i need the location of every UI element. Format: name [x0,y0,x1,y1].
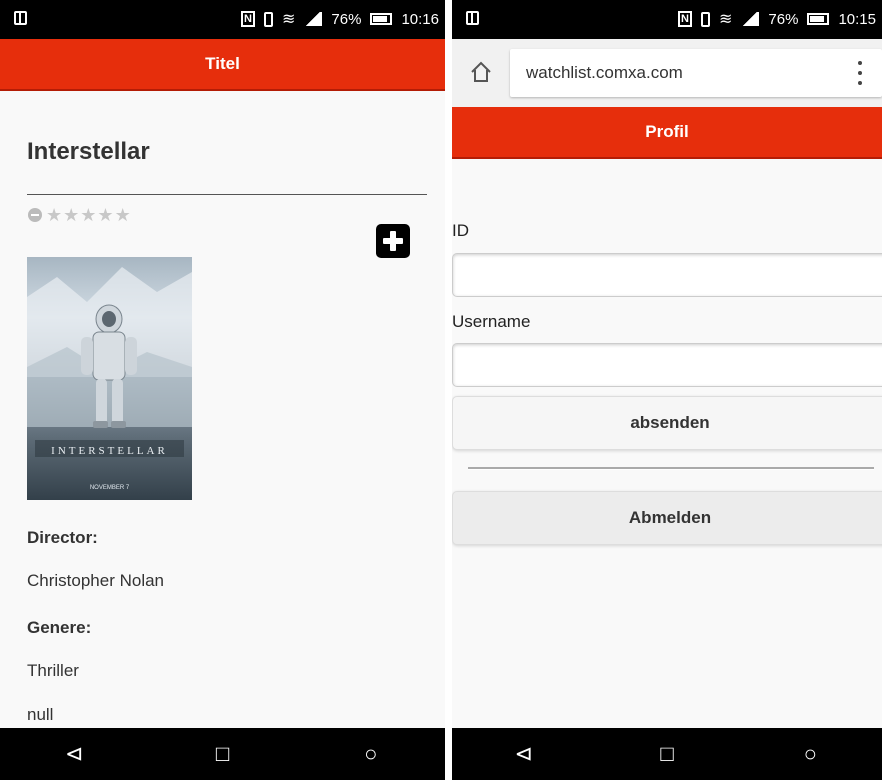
username-field[interactable] [452,343,882,387]
star-icon[interactable]: ★ [97,206,113,224]
signal-icon [741,12,760,26]
android-nav-bar: ⊲ □ ○ [452,728,882,780]
logout-button[interactable]: Abmelden [452,491,882,545]
id-field[interactable] [452,253,882,297]
clock: 10:15 [838,10,876,28]
poster-title-text: INTERSTELLAR [51,445,168,457]
star-icon[interactable]: ★ [115,206,131,224]
battery-percent: 76% [768,10,799,28]
address-bar[interactable]: watchlist.comxa.com [510,49,882,97]
submit-button[interactable]: absenden [452,396,882,450]
system-status: N ≋ 76% 10:15 [678,9,876,29]
poster-artwork [27,267,192,457]
nfc-icon: N [241,11,256,27]
clock: 10:16 [401,10,439,28]
overflow-menu-icon[interactable] [858,61,862,85]
director-label: Director: [27,528,98,547]
rating-widget[interactable]: ★ ★ ★ ★ ★ [28,206,131,224]
vibrate-icon [264,11,274,27]
home-icon[interactable]: □ [647,741,687,767]
movie-poster: INTERSTELLAR NOVEMBER 7 [27,257,192,500]
genre-value: Thriller [27,661,79,680]
genre-label: Genere: [27,618,92,637]
recents-icon[interactable]: ○ [790,741,830,767]
movie-title: Interstellar [27,138,150,165]
android-nav-bar: ⊲ □ ○ [0,728,445,780]
divider [468,467,874,470]
back-icon[interactable]: ⊲ [504,741,544,767]
screenshot-app-icon [14,11,27,25]
profile-screen: N ≋ 76% 10:15 watchlist.comxa.com Profil… [452,0,882,780]
clear-rating-icon[interactable] [28,208,42,222]
status-bar: N ≋ 76% 10:16 [0,0,445,39]
browser-toolbar: watchlist.comxa.com [452,39,882,107]
divider [27,194,427,195]
extra-value: null [27,705,54,724]
poster-release-date: NOVEMBER 7 [89,485,130,491]
wifi-icon: ≋ [282,11,296,28]
vibrate-icon [701,11,711,27]
back-icon[interactable]: ⊲ [54,741,94,767]
page-header: Titel [0,39,445,91]
movie-detail-screen: N ≋ 76% 10:16 Titel Interstellar ★ ★ ★ ★… [0,0,445,780]
wifi-icon: ≋ [719,11,733,28]
director-value: Christopher Nolan [27,571,165,590]
nfc-icon: N [678,11,693,27]
system-status: N ≋ 76% 10:16 [241,9,439,29]
url-text: watchlist.comxa.com [526,63,683,82]
battery-icon [807,13,830,25]
star-icon[interactable]: ★ [63,206,79,224]
home-icon[interactable] [470,61,492,83]
id-label: ID [452,221,469,240]
screenshot-app-icon [466,11,479,25]
status-bar: N ≋ 76% 10:15 [452,0,882,39]
recents-icon[interactable]: ○ [351,741,391,767]
username-label: Username [452,312,531,331]
home-icon[interactable]: □ [202,741,242,767]
star-icon[interactable]: ★ [46,206,62,224]
add-to-watchlist-button[interactable] [376,224,410,258]
signal-icon [304,12,323,26]
page-header: Profil [452,107,882,159]
battery-icon [370,13,393,25]
star-icon[interactable]: ★ [80,206,96,224]
battery-percent: 76% [331,10,362,28]
